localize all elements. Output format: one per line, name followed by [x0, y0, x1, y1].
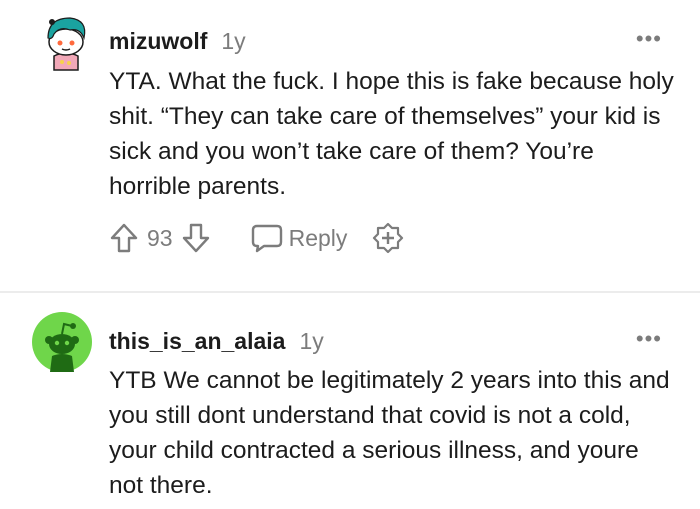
snoo-teal-hair-avatar-icon	[47, 17, 86, 71]
more-options-icon[interactable]: •••	[636, 28, 662, 50]
comment-body: YTA. What the fuck. I hope this is fake …	[109, 68, 674, 200]
comment-age: 1y	[299, 328, 324, 354]
award-plus-icon[interactable]	[371, 221, 405, 255]
chat-bubble-icon	[251, 224, 282, 253]
reply-label: Reply	[288, 224, 348, 251]
username[interactable]: this_is_an_alaia	[109, 328, 285, 355]
upvote-arrow-icon[interactable]	[109, 222, 139, 254]
default-snoo-avatar-icon	[32, 312, 92, 372]
reply-button[interactable]: Reply	[251, 223, 348, 253]
comment-age: 1y	[221, 28, 246, 54]
vote-score: 93	[147, 224, 173, 251]
more-options-icon[interactable]: •••	[636, 328, 662, 350]
comment-header: this_is_an_alaia 1y	[109, 328, 324, 355]
username[interactable]: mizuwolf	[109, 28, 207, 55]
comment: mizuwolf 1y ••• YTA. What the fuck. I ho…	[0, 0, 700, 291]
comment-header: mizuwolf 1y	[109, 28, 246, 55]
comment-actions: 93 Reply	[109, 218, 405, 258]
avatar[interactable]	[36, 12, 96, 72]
avatar[interactable]	[32, 312, 92, 372]
downvote-arrow-icon[interactable]	[181, 222, 211, 254]
comment-body: YTB We cannot be legitimately 2 years in…	[109, 367, 670, 499]
